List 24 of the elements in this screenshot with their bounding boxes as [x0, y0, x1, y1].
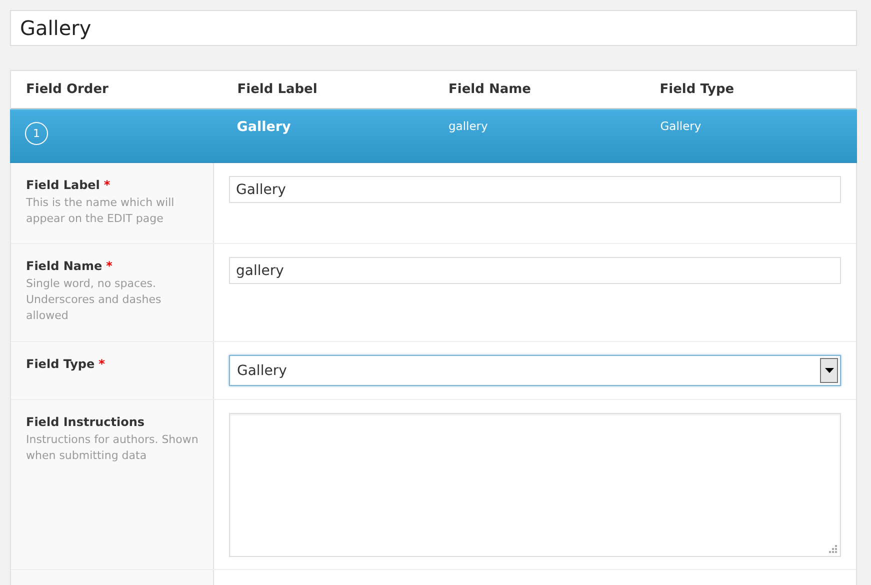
- column-header: Field Type: [658, 82, 736, 97]
- column-header: Field Label: [236, 82, 318, 97]
- required-mark: *: [106, 259, 112, 273]
- setting-description: Instructions for authors. Shown when submitting data: [26, 432, 199, 464]
- setting-description: This is the name which will appear on the EDIT page: [26, 195, 176, 227]
- column-header: Field Order: [25, 82, 110, 97]
- select-dropdown[interactable]: Gallery: [229, 355, 841, 386]
- setting-label: Field Instructions: [26, 415, 146, 429]
- field-type-text: Gallery: [660, 119, 702, 133]
- text-input[interactable]: Gallery: [229, 176, 841, 203]
- textarea-field[interactable]: [229, 413, 841, 557]
- setting-label: Field Type *: [26, 357, 106, 371]
- text-input[interactable]: gallery: [229, 257, 841, 284]
- setting-description: Single word, no spaces. Underscores and dashes allowed: [26, 276, 162, 324]
- setting-label: Field Name *: [26, 259, 114, 273]
- order-number: 1: [25, 122, 48, 145]
- setting-label: Field Label *: [26, 178, 112, 192]
- column-header: Field Name: [448, 82, 532, 97]
- title-field[interactable]: Gallery: [10, 10, 857, 46]
- required-mark: *: [104, 178, 110, 192]
- resize-grip-icon[interactable]: [829, 545, 837, 553]
- required-mark: *: [98, 357, 105, 371]
- field-name-text: gallery: [448, 119, 488, 133]
- field-label-text: Gallery: [236, 119, 291, 135]
